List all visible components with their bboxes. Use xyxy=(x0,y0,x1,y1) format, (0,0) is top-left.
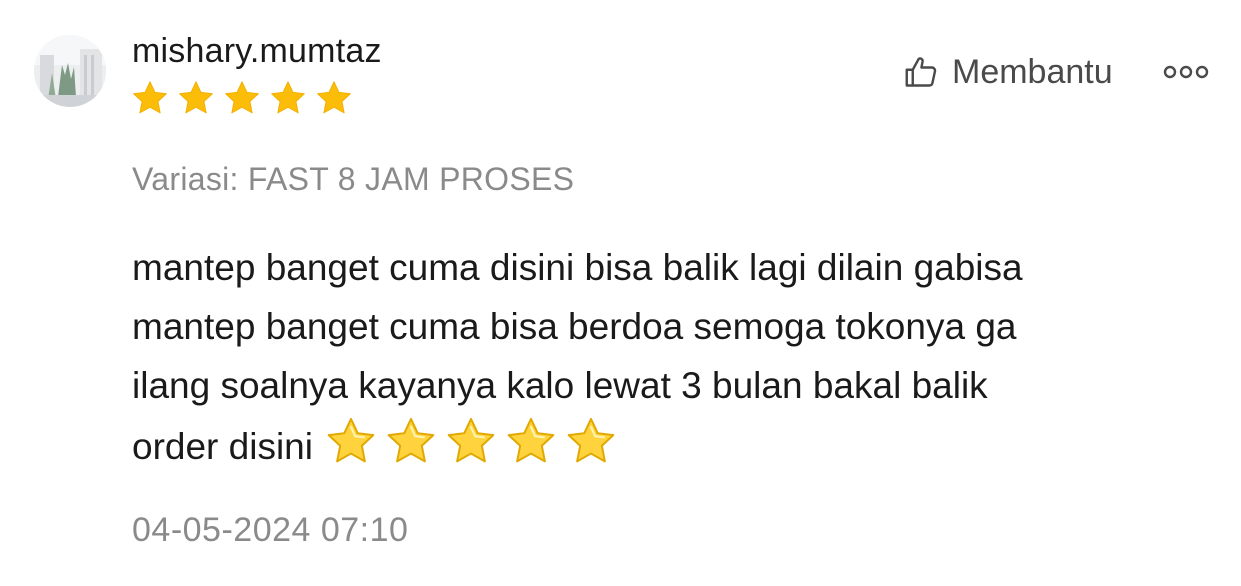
star-icon xyxy=(271,81,305,114)
product-variation: Variasi: FAST 8 JAM PROSES xyxy=(132,161,575,197)
review-body-line: mantep banget cuma bisa berdoa semoga to… xyxy=(132,306,1017,347)
thumbs-up-icon xyxy=(905,57,937,87)
star-icon xyxy=(133,81,167,114)
more-options-button[interactable] xyxy=(1160,60,1212,84)
review-body-line: ilang soalnya kayanya kalo lewat 3 bulan… xyxy=(132,365,988,406)
helpful-label: Membantu xyxy=(952,53,1113,91)
review-body-line-last: order disini xyxy=(132,415,1212,476)
star-icon xyxy=(225,81,259,114)
review-body-line: mantep banget cuma disini bisa balik lag… xyxy=(132,247,1023,288)
star-icon xyxy=(317,81,351,114)
star-emoji-icon xyxy=(567,417,615,463)
star-emoji-icon xyxy=(387,417,435,463)
username[interactable]: mishary.mumtaz xyxy=(132,29,382,73)
avatar-photo xyxy=(34,35,106,107)
emoji-stars xyxy=(323,415,619,467)
review-timestamp: 04-05-2024 07:10 xyxy=(132,511,409,549)
star-emoji-icon xyxy=(447,417,495,463)
review-card: mishary.mumtaz Membantu Variasi: FAST 8 … xyxy=(0,0,1241,586)
star-emoji-icon xyxy=(327,417,375,463)
review-body-line-text: order disini xyxy=(132,426,313,467)
star-emoji-icon xyxy=(507,417,555,463)
more-options-icon xyxy=(1163,65,1209,79)
star-icon xyxy=(179,81,213,114)
helpful-button[interactable]: Membantu xyxy=(903,50,1113,94)
star-rating xyxy=(131,79,353,117)
review-body: mantep banget cuma disini bisa balik lag… xyxy=(132,238,1212,476)
avatar[interactable] xyxy=(34,35,106,107)
